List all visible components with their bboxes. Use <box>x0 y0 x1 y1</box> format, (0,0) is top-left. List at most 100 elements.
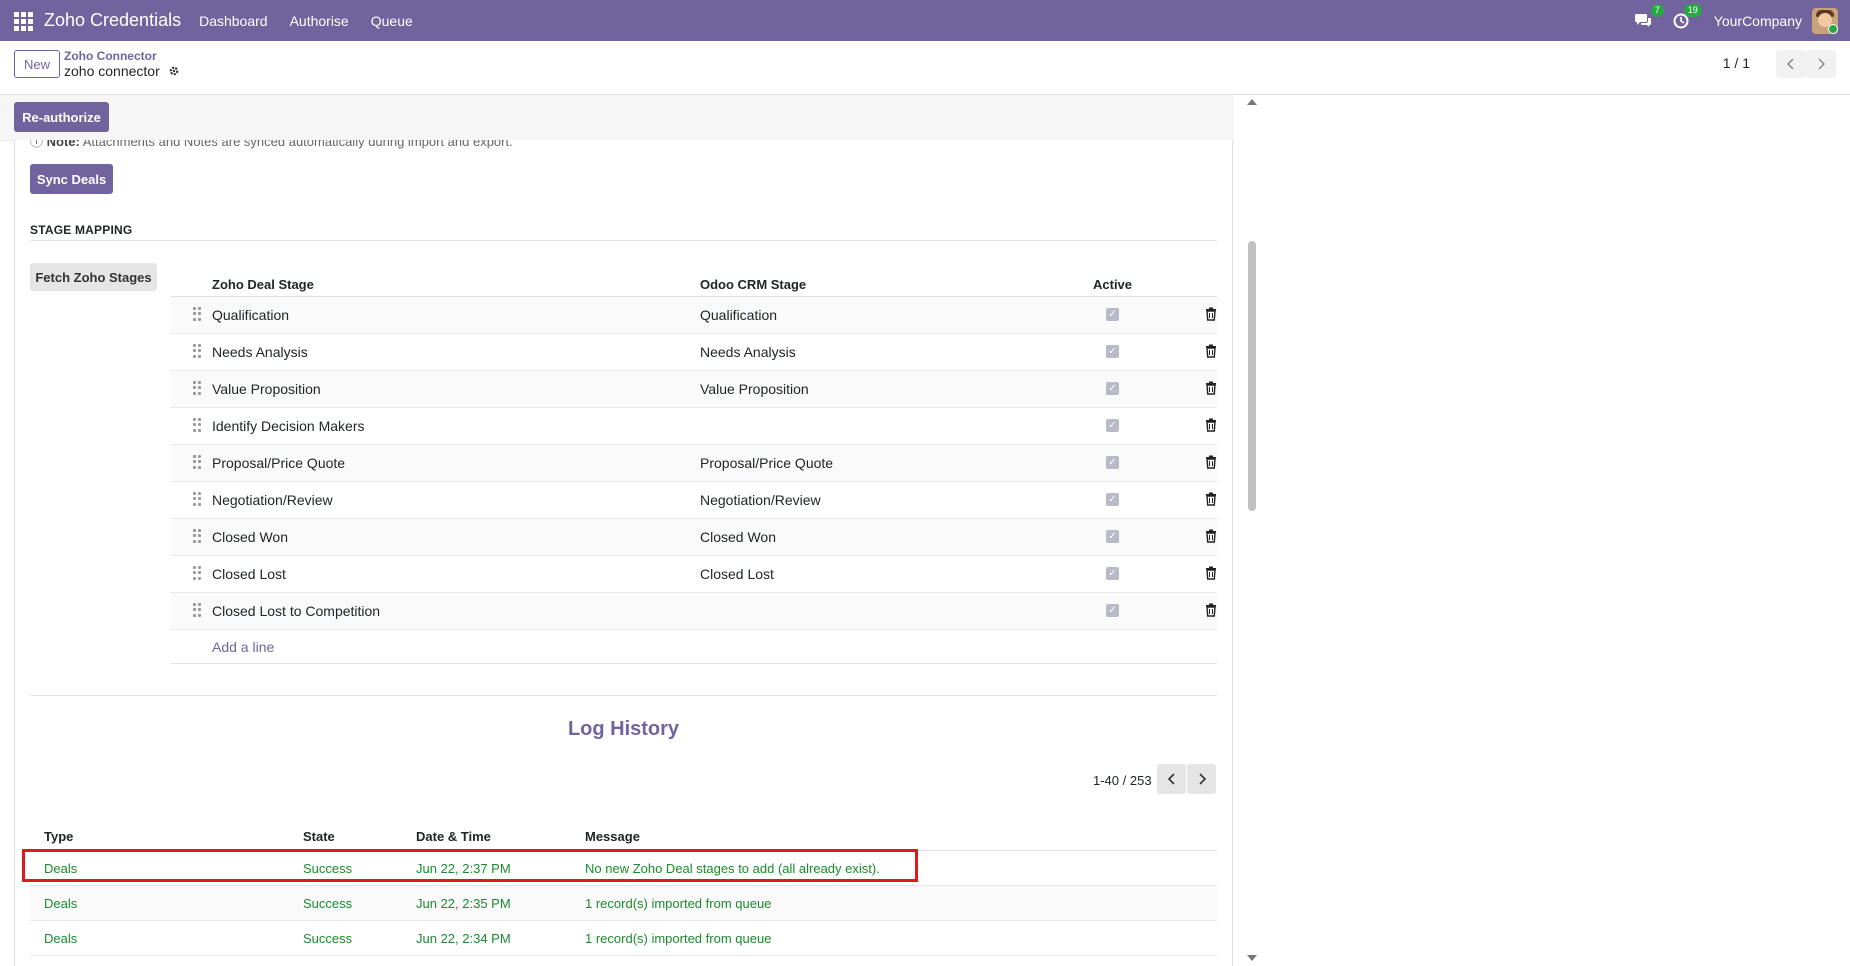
note-label: Note: <box>46 140 80 149</box>
col-message[interactable]: Message <box>585 829 640 844</box>
scroll-up-arrow-icon[interactable] <box>1247 99 1257 105</box>
stage-row[interactable]: Qualification Qualification ✓ <box>171 297 1217 334</box>
log-date-cell: Jun 22, 2:35 PM <box>416 896 511 911</box>
active-checkbox[interactable]: ✓ <box>1106 345 1119 358</box>
odoo-stage-cell[interactable]: Qualification <box>700 307 777 323</box>
company-switcher[interactable]: YourCompany <box>1714 13 1802 29</box>
active-checkbox[interactable]: ✓ <box>1106 604 1119 617</box>
active-checkbox[interactable]: ✓ <box>1106 530 1119 543</box>
log-date-cell: Jun 22, 2:34 PM <box>416 931 511 946</box>
zoho-stage-cell[interactable]: Value Proposition <box>212 381 321 397</box>
trash-icon[interactable] <box>1204 418 1218 432</box>
log-row[interactable]: Deals Success Jun 22, 2:34 PM 1 record(s) i… <box>30 921 1217 956</box>
odoo-stage-cell[interactable]: Negotiation/Review <box>700 492 821 508</box>
odoo-stage-cell[interactable]: Closed Lost <box>700 566 774 582</box>
odoo-stage-cell[interactable]: Proposal/Price Quote <box>700 455 833 471</box>
trash-icon[interactable] <box>1204 529 1218 543</box>
odoo-stage-cell[interactable]: Value Proposition <box>700 381 809 397</box>
new-button[interactable]: New <box>14 50 60 78</box>
drag-handle-icon[interactable] <box>193 381 201 395</box>
trash-icon[interactable] <box>1204 492 1218 506</box>
stage-row[interactable]: Identify Decision Makers ✓ <box>171 408 1217 445</box>
trash-icon[interactable] <box>1204 381 1218 395</box>
drag-handle-icon[interactable] <box>193 344 201 358</box>
add-line-row: Add a line <box>171 630 1217 664</box>
scroll-down-arrow-icon[interactable] <box>1247 955 1257 961</box>
log-row[interactable]: Deals Success Jun 22, 2:37 PM No new Zoho D… <box>30 851 1217 886</box>
active-checkbox[interactable]: ✓ <box>1106 567 1119 580</box>
stage-row[interactable]: Value Proposition Value Proposition ✓ <box>171 371 1217 408</box>
col-active[interactable]: Active <box>1093 277 1132 292</box>
stage-row[interactable]: Needs Analysis Needs Analysis ✓ <box>171 334 1217 371</box>
active-checkbox[interactable]: ✓ <box>1106 419 1119 432</box>
log-prev-button[interactable] <box>1157 764 1186 794</box>
trash-icon[interactable] <box>1204 566 1218 580</box>
zoho-stage-cell[interactable]: Negotiation/Review <box>212 492 333 508</box>
zoho-stage-cell[interactable]: Closed Lost to Competition <box>212 603 380 619</box>
menu-queue[interactable]: Queue <box>371 13 413 29</box>
stage-row[interactable]: Closed Lost to Competition ✓ <box>171 593 1217 630</box>
sync-note: ⓘ Note: Attachments and Notes are synced… <box>30 140 513 150</box>
col-type[interactable]: Type <box>44 829 73 844</box>
form-scrollbar[interactable] <box>1244 95 1260 966</box>
breadcrumb-parent[interactable]: Zoho Connector <box>64 49 157 63</box>
drag-handle-icon[interactable] <box>193 455 201 469</box>
info-icon: ⓘ <box>30 140 44 149</box>
col-zoho-deal-stage[interactable]: Zoho Deal Stage <box>212 277 314 292</box>
drag-handle-icon[interactable] <box>193 492 201 506</box>
add-line-link[interactable]: Add a line <box>212 639 274 655</box>
col-odoo-crm-stage[interactable]: Odoo CRM Stage <box>700 277 806 292</box>
log-next-button[interactable] <box>1187 764 1216 794</box>
activities-clock-icon[interactable]: 19 <box>1670 3 1702 32</box>
trash-icon[interactable] <box>1204 344 1218 358</box>
chevron-right-icon <box>1818 58 1826 70</box>
zoho-stage-cell[interactable]: Closed Lost <box>212 566 286 582</box>
active-checkbox[interactable]: ✓ <box>1106 308 1119 321</box>
sync-deals-button[interactable]: Sync Deals <box>30 164 113 194</box>
zoho-stage-cell[interactable]: Needs Analysis <box>212 344 308 360</box>
user-avatar[interactable] <box>1812 7 1838 34</box>
activities-badge: 19 <box>1683 3 1702 17</box>
menu-authorise[interactable]: Authorise <box>290 13 349 29</box>
messages-icon[interactable]: 7 <box>1632 3 1664 32</box>
stage-table-header: Zoho Deal Stage Odoo CRM Stage Active <box>171 263 1217 297</box>
menu-dashboard[interactable]: Dashboard <box>199 13 268 29</box>
app-brand[interactable]: Zoho Credentials <box>44 10 181 31</box>
trash-icon[interactable] <box>1204 455 1218 469</box>
drag-handle-icon[interactable] <box>193 418 201 432</box>
odoo-stage-cell[interactable]: Needs Analysis <box>700 344 796 360</box>
log-state-cell: Success <box>303 861 353 876</box>
stage-row[interactable]: Proposal/Price Quote Proposal/Price Quote… <box>171 445 1217 482</box>
active-checkbox[interactable]: ✓ <box>1106 456 1119 469</box>
trash-icon[interactable] <box>1204 603 1218 617</box>
scrollbar-thumb[interactable] <box>1248 241 1256 511</box>
stage-row[interactable]: Closed Won Closed Won ✓ <box>171 519 1217 556</box>
fetch-zoho-stages-button[interactable]: Fetch Zoho Stages <box>30 263 157 291</box>
active-checkbox[interactable]: ✓ <box>1106 493 1119 506</box>
odoo-stage-cell[interactable]: Closed Won <box>700 529 776 545</box>
top-navbar: Zoho Credentials Dashboard Authorise Que… <box>0 0 1850 41</box>
pager-prev-button[interactable] <box>1776 50 1806 78</box>
zoho-stage-cell[interactable]: Proposal/Price Quote <box>212 455 345 471</box>
pager-next-button[interactable] <box>1806 50 1836 78</box>
stage-row[interactable]: Negotiation/Review Negotiation/Review ✓ <box>171 482 1217 519</box>
drag-handle-icon[interactable] <box>193 603 201 617</box>
drag-handle-icon[interactable] <box>193 529 201 543</box>
log-pager: 1-40 / 253 <box>1093 773 1152 788</box>
zoho-stage-cell[interactable]: Closed Won <box>212 529 288 545</box>
stage-row[interactable]: Closed Lost Closed Lost ✓ <box>171 556 1217 593</box>
apps-menu-icon[interactable] <box>12 10 34 32</box>
record-pager: 1 / 1 <box>1722 55 1750 71</box>
col-state[interactable]: State <box>303 829 335 844</box>
zoho-stage-cell[interactable]: Identify Decision Makers <box>212 418 365 434</box>
col-date-time[interactable]: Date & Time <box>416 829 491 844</box>
reauthorize-button[interactable]: Re-authorize <box>14 102 109 132</box>
log-history-table: Type State Date & Time Message Deals Succ… <box>30 817 1217 956</box>
log-row[interactable]: Deals Success Jun 22, 2:35 PM 1 record(s) i… <box>30 886 1217 921</box>
trash-icon[interactable] <box>1204 307 1218 321</box>
active-checkbox[interactable]: ✓ <box>1106 382 1119 395</box>
drag-handle-icon[interactable] <box>193 566 201 580</box>
zoho-stage-cell[interactable]: Qualification <box>212 307 289 323</box>
gear-icon[interactable] <box>168 65 180 77</box>
drag-handle-icon[interactable] <box>193 307 201 321</box>
